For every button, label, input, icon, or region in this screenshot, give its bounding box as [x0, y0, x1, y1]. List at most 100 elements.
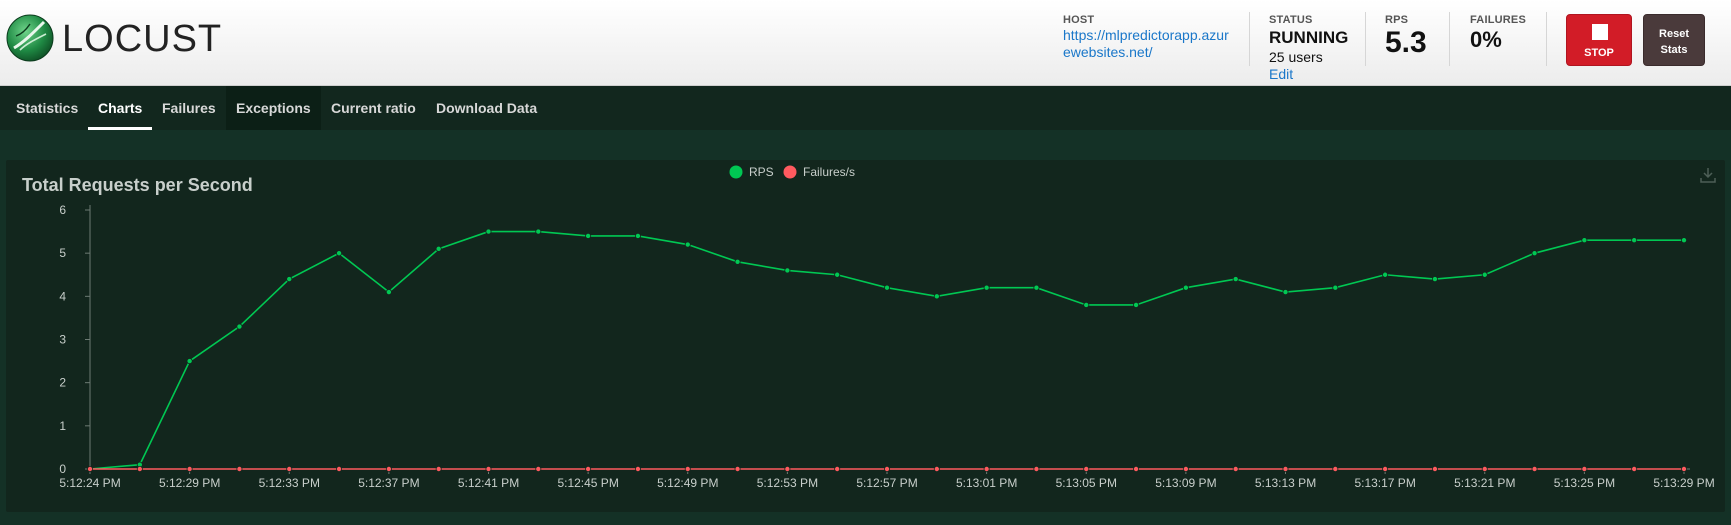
data-point — [1631, 465, 1638, 472]
data-point — [87, 465, 94, 472]
data-point — [336, 465, 343, 472]
legend-label: RPS — [749, 165, 774, 179]
y-tick-label: 2 — [59, 376, 66, 390]
data-point — [385, 465, 392, 472]
locust-logo-icon — [6, 14, 54, 62]
x-tick-label: 5:13:17 PM — [1354, 476, 1415, 490]
data-point — [1581, 465, 1588, 472]
edit-users-link[interactable]: Edit — [1269, 66, 1348, 82]
legend-swatch — [729, 165, 743, 179]
x-tick-label: 5:13:05 PM — [1056, 476, 1117, 490]
data-point — [1431, 465, 1438, 472]
stop-button[interactable]: STOP — [1566, 14, 1632, 66]
data-point — [485, 465, 492, 472]
divider — [1365, 12, 1366, 66]
data-point — [933, 293, 940, 300]
x-tick-label: 5:13:13 PM — [1255, 476, 1316, 490]
reset-label-line2: Stats — [1660, 44, 1688, 56]
x-tick-label: 5:12:57 PM — [856, 476, 917, 490]
data-point — [933, 465, 940, 472]
data-point — [884, 284, 891, 291]
data-point — [435, 465, 442, 472]
rps-value: 5.3 — [1385, 26, 1427, 59]
data-point — [1681, 465, 1688, 472]
data-point — [1232, 276, 1239, 283]
x-tick-label: 5:12:49 PM — [657, 476, 718, 490]
series-line-rps — [89, 230, 1684, 470]
data-point — [784, 465, 791, 472]
data-point — [286, 465, 293, 472]
legend-label: Failures/s — [803, 165, 855, 179]
data-point — [1282, 465, 1289, 472]
x-tick-label: 5:13:09 PM — [1155, 476, 1216, 490]
data-point — [286, 276, 293, 283]
failures-value: 0% — [1470, 27, 1502, 52]
x-tick-label: 5:13:01 PM — [956, 476, 1017, 490]
tab-download-data[interactable]: Download Data — [426, 86, 547, 130]
data-point — [585, 232, 592, 239]
app-logo-text: LOCUST — [62, 18, 223, 60]
tab-charts[interactable]: Charts — [88, 86, 153, 130]
data-point — [1382, 271, 1389, 278]
data-point — [784, 267, 791, 274]
data-point — [734, 465, 741, 472]
legend-swatch — [783, 165, 797, 179]
data-point — [983, 465, 990, 472]
data-point — [186, 465, 193, 472]
data-point — [535, 228, 542, 235]
tab-statistics[interactable]: Statistics — [6, 86, 88, 130]
data-point — [136, 465, 143, 472]
y-tick-label: 5 — [59, 246, 66, 260]
data-point — [834, 271, 841, 278]
data-point — [1133, 465, 1140, 472]
status-value: RUNNING — [1269, 28, 1349, 47]
data-point — [585, 465, 592, 472]
data-point — [634, 232, 641, 239]
data-point — [336, 250, 343, 257]
data-point — [385, 289, 392, 296]
x-tick-label: 5:12:24 PM — [59, 476, 120, 490]
host-label: HOST — [1063, 14, 1095, 26]
data-point — [1083, 465, 1090, 472]
data-point — [983, 284, 990, 291]
data-point — [435, 245, 442, 252]
data-point — [1531, 465, 1538, 472]
data-point — [1332, 465, 1339, 472]
stop-label: STOP — [1584, 47, 1614, 59]
rps-chart: 0 1 2 3 4 5 6 5:12:24 PM 5:12:29 PM 5:12:33 PM 5:1… — [59, 165, 1714, 490]
data-point — [1382, 465, 1389, 472]
data-point — [734, 258, 741, 265]
data-point — [485, 228, 492, 235]
x-tick-label: 5:12:41 PM — [458, 476, 519, 490]
host-link[interactable]: https://mlpredictorapp.azurewebsites.net… — [1063, 27, 1231, 61]
x-tick-label: 5:12:29 PM — [159, 476, 220, 490]
x-tick-label: 5:12:53 PM — [757, 476, 818, 490]
tab-exceptions[interactable]: Exceptions — [226, 86, 321, 130]
data-point — [1182, 284, 1189, 291]
y-tick-label: 3 — [59, 333, 66, 347]
data-point — [634, 465, 641, 472]
header-bar: LOCUST HOST https://mlpredictorapp.azure… — [0, 0, 1731, 86]
tab-bar: Statistics Charts Failures Exceptions Cu… — [0, 86, 1731, 130]
data-point — [684, 241, 691, 248]
x-tick-label: 5:12:45 PM — [557, 476, 618, 490]
data-point — [1531, 250, 1538, 257]
host-stat: HOST https://mlpredictorapp.azurewebsite… — [1063, 14, 1231, 61]
x-tick-label: 5:12:33 PM — [259, 476, 320, 490]
data-point — [1332, 284, 1339, 291]
data-point — [1033, 284, 1040, 291]
y-tick-label: 1 — [59, 419, 66, 433]
tab-current-ratio[interactable]: Current ratio — [321, 86, 426, 130]
data-point — [1581, 237, 1588, 244]
data-point — [1133, 301, 1140, 308]
data-point — [236, 465, 243, 472]
data-point — [1083, 301, 1090, 308]
tab-failures[interactable]: Failures — [152, 86, 226, 130]
data-point — [884, 465, 891, 472]
failures-label: FAILURES — [1470, 14, 1526, 26]
divider — [1449, 12, 1450, 66]
divider — [1249, 12, 1250, 66]
reset-stats-button[interactable]: Reset Stats — [1643, 14, 1705, 66]
data-point — [535, 465, 542, 472]
chart-panel: Total Requests per Second 0 1 2 3 4 5 6 5:12:24… — [6, 160, 1725, 512]
